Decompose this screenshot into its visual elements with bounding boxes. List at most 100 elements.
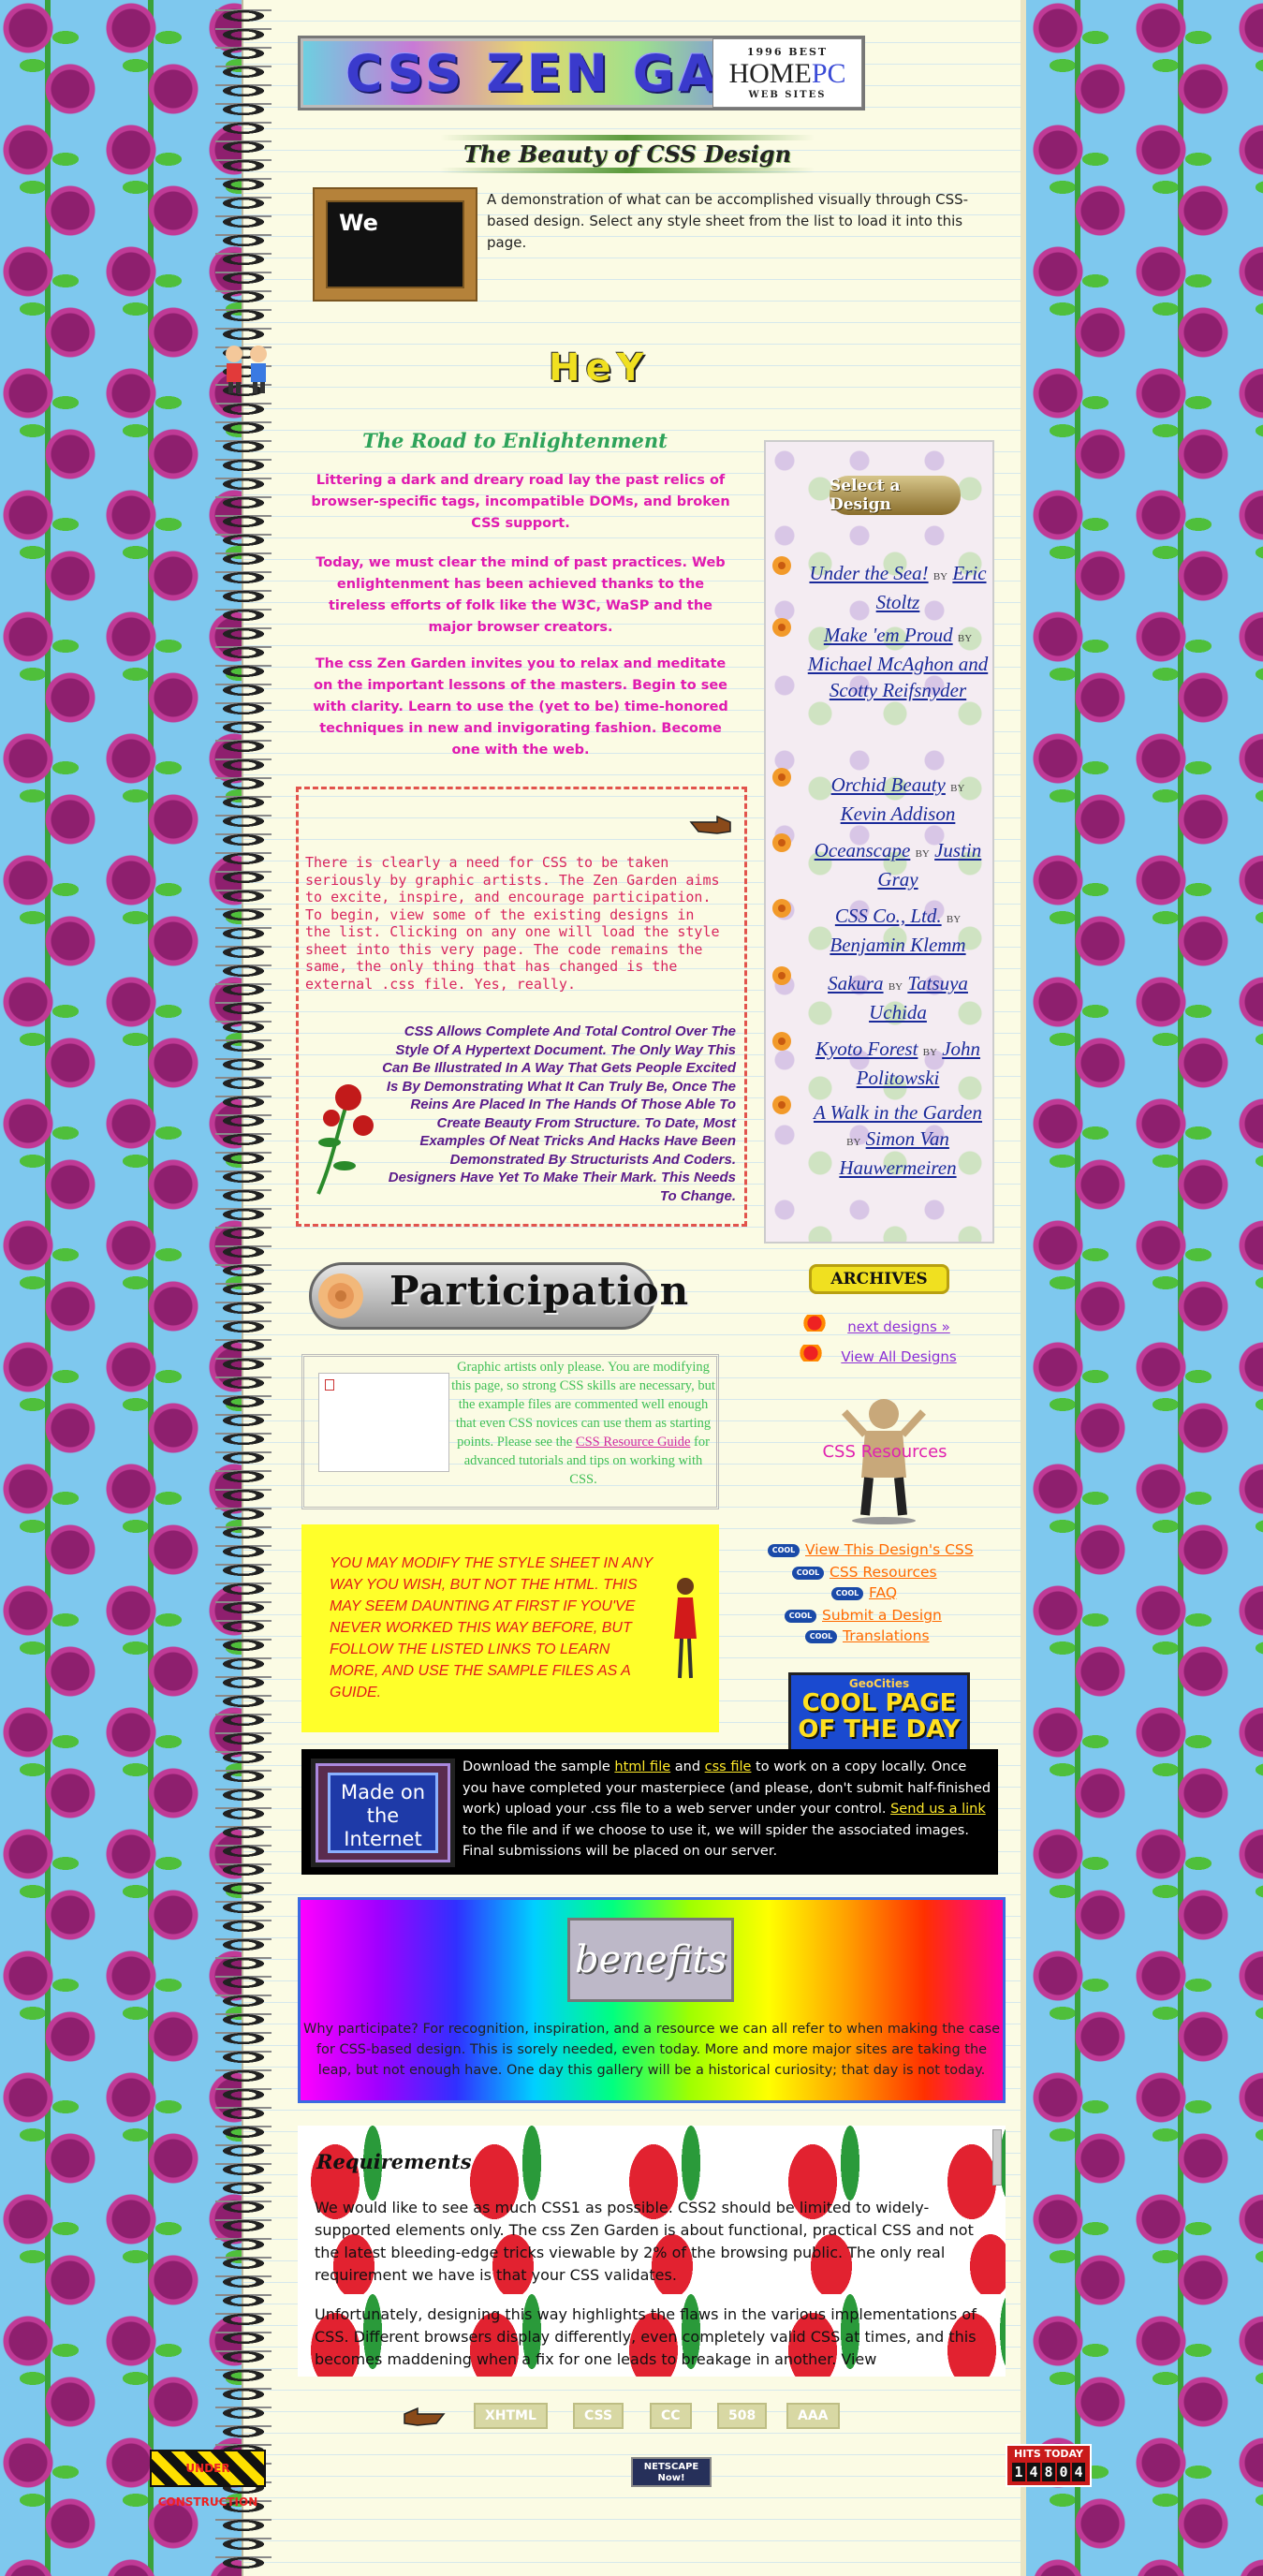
flower-bullet-icon bbox=[770, 766, 794, 788]
under-construction-badge: UNDER CONSTRUCTION bbox=[150, 2450, 266, 2509]
design-by-label: by bbox=[946, 911, 962, 926]
benefits-heading: benefits bbox=[567, 1918, 734, 2002]
design-by-label: by bbox=[922, 1044, 937, 1059]
design-by-label: by bbox=[846, 1134, 861, 1149]
design-list-item: Under the Sea! by Eric Stoltz bbox=[807, 560, 989, 615]
design-title-link[interactable]: Orchid Beauty bbox=[831, 773, 946, 796]
footer-link-cc[interactable]: CC bbox=[650, 2403, 692, 2429]
design-author-link[interactable]: Kevin Addison bbox=[841, 802, 956, 825]
chalkboard-image: We bbox=[315, 189, 476, 300]
download-text-c: to the file and if we choose to use it, … bbox=[463, 1822, 969, 1860]
footer-link-xhtml[interactable]: XHTML bbox=[474, 2403, 548, 2429]
design-title-link[interactable]: A Walk in the Garden bbox=[814, 1101, 982, 1124]
resource-link-row: COOL Translations bbox=[805, 1627, 930, 1644]
download-text-and: and bbox=[670, 1759, 705, 1774]
design-author-link[interactable]: Benjamin Klemm bbox=[830, 934, 965, 956]
design-list-item: Sakura by Tatsuya Uchida bbox=[807, 970, 989, 1025]
footer-link-css[interactable]: CSS bbox=[573, 2403, 624, 2429]
design-by-label: by bbox=[888, 979, 903, 994]
design-author-link[interactable]: Tatsuya Uchida bbox=[869, 972, 968, 1023]
css-file-link[interactable]: css file bbox=[705, 1759, 752, 1774]
homepc-award-badge: 1996 BEST HOMEPC WEB SITES bbox=[712, 38, 862, 108]
view-all-row: View All Designs bbox=[796, 1348, 1002, 1365]
design-title-link[interactable]: Kyoto Forest bbox=[815, 1038, 918, 1060]
footer-link-508[interactable]: 508 bbox=[717, 2403, 768, 2429]
resource-link-row: COOL View This Design's CSS bbox=[768, 1541, 974, 1558]
hit-counter: HITS TODAY 14804 bbox=[1006, 2444, 1092, 2487]
design-author-link[interactable]: Michael McAghon and Scotty Reifsnyder bbox=[808, 653, 988, 701]
design-by-label: by bbox=[933, 568, 948, 583]
intro-text: A demonstration of what can be accomplis… bbox=[487, 191, 969, 251]
flower-bullet-icon bbox=[770, 964, 794, 987]
resource-link[interactable]: Translations bbox=[843, 1627, 930, 1644]
requirements-paragraph-2: Unfortunately, designing this way highli… bbox=[315, 2305, 977, 2368]
design-list-item: A Walk in the Garden by Simon Van Hauwer… bbox=[807, 1099, 989, 1181]
made-on-internet-badge: Made on the Internet bbox=[311, 1759, 455, 1867]
cool-badge-icon: COOL bbox=[768, 1543, 800, 1557]
design-title-link[interactable]: Sakura bbox=[828, 972, 884, 994]
rose-icon bbox=[316, 1084, 374, 1195]
participation-heading: Participation bbox=[389, 1268, 690, 1314]
design-title-link[interactable]: Make 'em Proud bbox=[824, 624, 953, 646]
cool-badge-icon: COOL bbox=[831, 1586, 863, 1600]
html-file-link[interactable]: html file bbox=[614, 1759, 670, 1774]
view-all-designs-link[interactable]: View All Designs bbox=[841, 1348, 956, 1365]
resource-link[interactable]: FAQ bbox=[869, 1584, 897, 1601]
kids-clipart bbox=[226, 346, 267, 393]
flower-bullet-icon bbox=[770, 1094, 794, 1116]
explanation-text: There is clearly a need for CSS to be ta… bbox=[305, 854, 720, 993]
geocities-label: GeoCities bbox=[848, 1677, 910, 1690]
download-text-a: Download the sample bbox=[463, 1759, 615, 1774]
design-by-label: by bbox=[950, 780, 965, 795]
select-design-heading: Select a Design bbox=[830, 476, 961, 515]
benefits-text: Why participate? For recognition, inspir… bbox=[303, 2022, 1000, 2078]
banner-title: CSS ZEN GARDEN bbox=[345, 43, 712, 103]
award-line3: WEB SITES bbox=[748, 90, 827, 100]
send-us-link[interactable]: Send us a link bbox=[890, 1802, 986, 1817]
hits-digit: 4 bbox=[1072, 2463, 1085, 2481]
footer-link-aaa[interactable]: AAA bbox=[786, 2403, 840, 2429]
cool-badge-icon: COOL bbox=[785, 1609, 816, 1623]
road-heading: The Road to Enlightenment bbox=[362, 429, 668, 452]
design-title-link[interactable]: Under the Sea! bbox=[809, 562, 928, 584]
design-title-link[interactable]: CSS Co., Ltd. bbox=[835, 905, 942, 927]
resource-link-row: COOL CSS Resources bbox=[792, 1564, 937, 1581]
flower-bullet-icon bbox=[770, 832, 794, 854]
hits-label: HITS TODAY bbox=[1014, 2448, 1083, 2460]
design-by-label: by bbox=[915, 846, 930, 861]
resource-link[interactable]: Submit a Design bbox=[822, 1607, 942, 1624]
broken-image-icon bbox=[325, 1379, 334, 1391]
pointing-hand-icon bbox=[404, 2407, 446, 2426]
flower-bullet-icon bbox=[770, 897, 794, 920]
hits-digit: 1 bbox=[1012, 2463, 1025, 2481]
hits-digit: 0 bbox=[1057, 2463, 1070, 2481]
road-paragraph-1: Littering a dark and dreary road lay the… bbox=[311, 473, 730, 531]
flower-bullet-icon bbox=[770, 1030, 794, 1052]
tagline-text: The Beauty of CSS Design bbox=[463, 140, 792, 168]
hits-digits: 14804 bbox=[1007, 2463, 1090, 2481]
resource-link[interactable]: View This Design's CSS bbox=[805, 1541, 974, 1558]
flower-bullet-icon bbox=[770, 616, 794, 639]
vine-decoration bbox=[440, 168, 815, 173]
hits-digit: 4 bbox=[1027, 2463, 1040, 2481]
archives-heading: ARCHIVES bbox=[809, 1264, 949, 1294]
pointing-hand-icon bbox=[689, 815, 731, 834]
award-brand: HOMEPC bbox=[728, 58, 845, 90]
css-resource-guide-link[interactable]: CSS Resource Guide bbox=[576, 1435, 690, 1450]
road-paragraph-2: Today, we must clear the mind of past pr… bbox=[316, 555, 726, 635]
design-list-item: Orchid Beauty by Kevin Addison bbox=[807, 772, 989, 827]
requirements-paragraph-1: We would like to see as much CSS1 as pos… bbox=[315, 2199, 974, 2284]
rose-bloom-icon bbox=[318, 1273, 363, 1318]
css-resources-heading: CSS Resources bbox=[822, 1442, 947, 1462]
award-brand-a: HOME bbox=[728, 58, 812, 89]
woman-clipart bbox=[674, 1578, 697, 1679]
cool-page-label: COOL PAGE OF THE DAY bbox=[798, 1689, 961, 1744]
award-line1: 1996 BEST bbox=[746, 46, 829, 58]
resource-link[interactable]: CSS Resources bbox=[830, 1564, 937, 1581]
site-banner: CSS ZEN GARDEN 1996 BEST HOMEPC WEB SITE… bbox=[298, 36, 865, 110]
design-title-link[interactable]: Oceanscape bbox=[815, 839, 911, 861]
next-designs-link[interactable]: next designs » bbox=[847, 1318, 950, 1335]
netscape-now-badge[interactable]: NETSCAPE Now! bbox=[631, 2457, 712, 2487]
requirements-scrollbar[interactable] bbox=[992, 2129, 1002, 2186]
hits-digit: 8 bbox=[1042, 2463, 1055, 2481]
